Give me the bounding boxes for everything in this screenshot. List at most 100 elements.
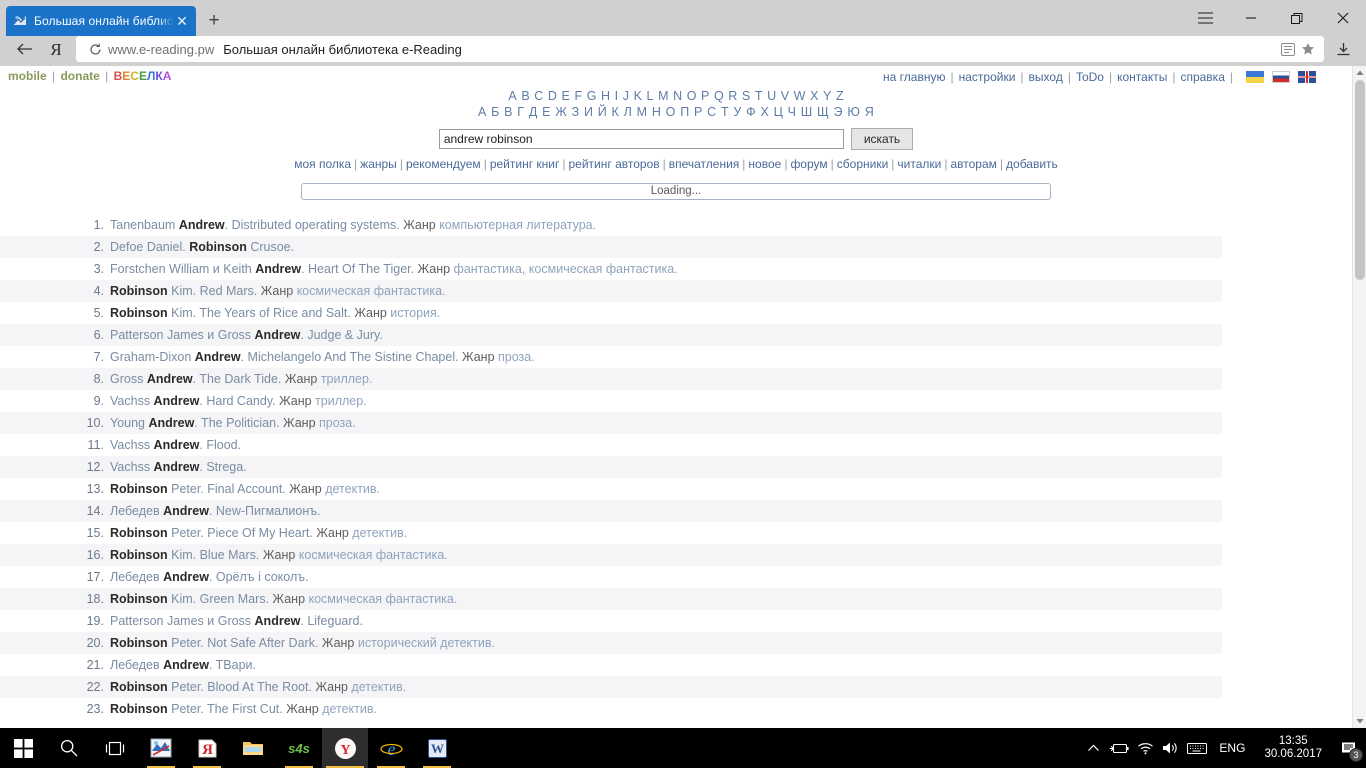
menu-item-2[interactable]: рекомендуем: [406, 157, 481, 171]
alpha-latin-B[interactable]: B: [521, 89, 529, 103]
alpha-cyrillic-Ю[interactable]: Ю: [847, 105, 860, 119]
alpha-latin-W[interactable]: W: [794, 89, 806, 103]
word-icon[interactable]: W: [414, 728, 460, 768]
menu-item-3[interactable]: рейтинг книг: [490, 157, 560, 171]
result-book-link[interactable]: Forstchen William и Keith Andrew. Heart …: [110, 262, 414, 276]
todo-link[interactable]: ToDo: [1076, 70, 1104, 84]
scroll-up-arrow-icon[interactable]: [1353, 66, 1366, 80]
task-view-icon[interactable]: [92, 728, 138, 768]
russian-flag-icon[interactable]: [1272, 71, 1290, 83]
maximize-restore-button[interactable]: [1274, 0, 1320, 36]
alpha-cyrillic-П[interactable]: П: [680, 105, 689, 119]
alpha-cyrillic-Р[interactable]: Р: [694, 105, 703, 119]
menu-item-9[interactable]: читалки: [897, 157, 941, 171]
result-book-link[interactable]: Patterson James и Gross Andrew. Lifeguar…: [110, 614, 363, 628]
alpha-cyrillic-О[interactable]: О: [666, 105, 676, 119]
search-button[interactable]: искать: [850, 128, 914, 150]
alpha-cyrillic-Э[interactable]: Э: [834, 105, 843, 119]
menu-item-1[interactable]: жанры: [360, 157, 397, 171]
minimize-button[interactable]: [1228, 0, 1274, 36]
genre-link[interactable]: космическая фантастика.: [299, 548, 448, 562]
alpha-cyrillic-В[interactable]: В: [504, 105, 513, 119]
alpha-cyrillic-М[interactable]: М: [637, 105, 648, 119]
alpha-latin-I[interactable]: I: [615, 89, 618, 103]
new-tab-button[interactable]: +: [196, 6, 232, 36]
bookmark-star-icon[interactable]: [1298, 42, 1318, 56]
reload-icon[interactable]: [82, 43, 108, 56]
notifications-icon[interactable]: 3: [1332, 728, 1366, 768]
show-hidden-icons-chevron-icon[interactable]: [1080, 728, 1106, 768]
cyrillic-alphabet-nav[interactable]: АБВГДЕЖЗИЙКЛМНОПРСТУФХЦЧШЩЭЮЯ: [0, 104, 1352, 120]
alpha-latin-H[interactable]: H: [601, 89, 610, 103]
close-window-button[interactable]: [1320, 0, 1366, 36]
downloads-icon[interactable]: [1328, 42, 1358, 57]
menu-item-10[interactable]: авторам: [950, 157, 996, 171]
alpha-cyrillic-А[interactable]: А: [478, 105, 487, 119]
alpha-cyrillic-Я[interactable]: Я: [865, 105, 874, 119]
alpha-cyrillic-З[interactable]: З: [572, 105, 580, 119]
result-book-link[interactable]: Robinson Kim. Blue Mars.: [110, 548, 259, 562]
menu-item-8[interactable]: сборники: [837, 157, 889, 171]
alpha-cyrillic-К[interactable]: К: [612, 105, 619, 119]
veselka-link[interactable]: ВЕСЕЛКА: [114, 69, 172, 83]
alpha-latin-C[interactable]: C: [534, 89, 543, 103]
alpha-cyrillic-Д[interactable]: Д: [529, 105, 538, 119]
sims4-icon[interactable]: s4s: [276, 728, 322, 768]
tab-close-icon[interactable]: ✕: [174, 14, 190, 28]
result-book-link[interactable]: Robinson Kim. Red Mars.: [110, 284, 257, 298]
volume-icon[interactable]: [1158, 728, 1184, 768]
alpha-cyrillic-Ш[interactable]: Ш: [801, 105, 813, 119]
menu-item-4[interactable]: рейтинг авторов: [568, 157, 659, 171]
scroll-down-arrow-icon[interactable]: [1353, 714, 1366, 728]
result-book-link[interactable]: Robinson Peter. The First Cut.: [110, 702, 283, 716]
alpha-latin-V[interactable]: V: [781, 89, 789, 103]
result-book-link[interactable]: Лебедев Andrew. New-Пигмалионъ.: [110, 504, 321, 518]
alpha-latin-Z[interactable]: Z: [836, 89, 844, 103]
search-icon[interactable]: [46, 728, 92, 768]
result-book-link[interactable]: Robinson Peter. Piece Of My Heart.: [110, 526, 313, 540]
menu-item-6[interactable]: новое: [748, 157, 781, 171]
help-link[interactable]: справка: [1180, 70, 1224, 84]
genre-link[interactable]: детектив.: [322, 702, 377, 716]
alpha-cyrillic-Н[interactable]: Н: [652, 105, 661, 119]
latin-alphabet-nav[interactable]: ABCDEFGHIJKLMNOPQRSTUVWXYZ: [0, 88, 1352, 104]
menu-item-7[interactable]: форум: [790, 157, 827, 171]
home-link[interactable]: на главную: [883, 70, 945, 84]
menu-item-0[interactable]: моя полка: [294, 157, 351, 171]
settings-link[interactable]: настройки: [959, 70, 1016, 84]
result-book-link[interactable]: Patterson James и Gross Andrew. Judge & …: [110, 328, 383, 342]
keyboard-icon[interactable]: [1184, 728, 1210, 768]
result-book-link[interactable]: Vachss Andrew. Flood.: [110, 438, 241, 452]
result-book-link[interactable]: Robinson Kim. The Years of Rice and Salt…: [110, 306, 351, 320]
genre-link[interactable]: детектив.: [352, 526, 407, 540]
result-book-link[interactable]: Robinson Peter. Final Account.: [110, 482, 286, 496]
menu-item-11[interactable]: добавить: [1006, 157, 1058, 171]
alpha-cyrillic-Х[interactable]: Х: [760, 105, 769, 119]
alpha-latin-U[interactable]: U: [767, 89, 776, 103]
alpha-cyrillic-Ц[interactable]: Ц: [774, 105, 783, 119]
genre-link[interactable]: компьютерная литература.: [439, 218, 596, 232]
language-indicator[interactable]: ENG: [1210, 741, 1254, 755]
alpha-cyrillic-Т[interactable]: Т: [721, 105, 729, 119]
genre-link[interactable]: исторический детектив.: [358, 636, 495, 650]
alpha-cyrillic-Й[interactable]: Й: [598, 105, 607, 119]
genre-link[interactable]: детектив.: [325, 482, 380, 496]
result-book-link[interactable]: Tanenbaum Andrew. Distributed operating …: [110, 218, 400, 232]
battery-icon[interactable]: [1106, 728, 1132, 768]
alpha-latin-N[interactable]: N: [673, 89, 682, 103]
donate-link[interactable]: donate: [60, 69, 99, 83]
alpha-latin-E[interactable]: E: [562, 89, 570, 103]
yandex-home-button[interactable]: Я: [40, 36, 72, 62]
page-scrollbar[interactable]: [1352, 66, 1366, 728]
alpha-cyrillic-Л[interactable]: Л: [624, 105, 632, 119]
genre-link[interactable]: космическая фантастика.: [309, 592, 458, 606]
result-book-link[interactable]: Vachss Andrew. Hard Candy.: [110, 394, 276, 408]
alpha-latin-Y[interactable]: Y: [823, 89, 831, 103]
scrollbar-thumb[interactable]: [1355, 80, 1365, 280]
alpha-cyrillic-Ф[interactable]: Ф: [746, 105, 756, 119]
yandex-browser-icon[interactable]: Y: [322, 728, 368, 768]
genre-link[interactable]: детектив.: [351, 680, 406, 694]
alpha-cyrillic-Ж[interactable]: Ж: [555, 105, 567, 119]
result-book-link[interactable]: Лебедев Andrew. TBари.: [110, 658, 256, 672]
alpha-latin-K[interactable]: K: [634, 89, 642, 103]
